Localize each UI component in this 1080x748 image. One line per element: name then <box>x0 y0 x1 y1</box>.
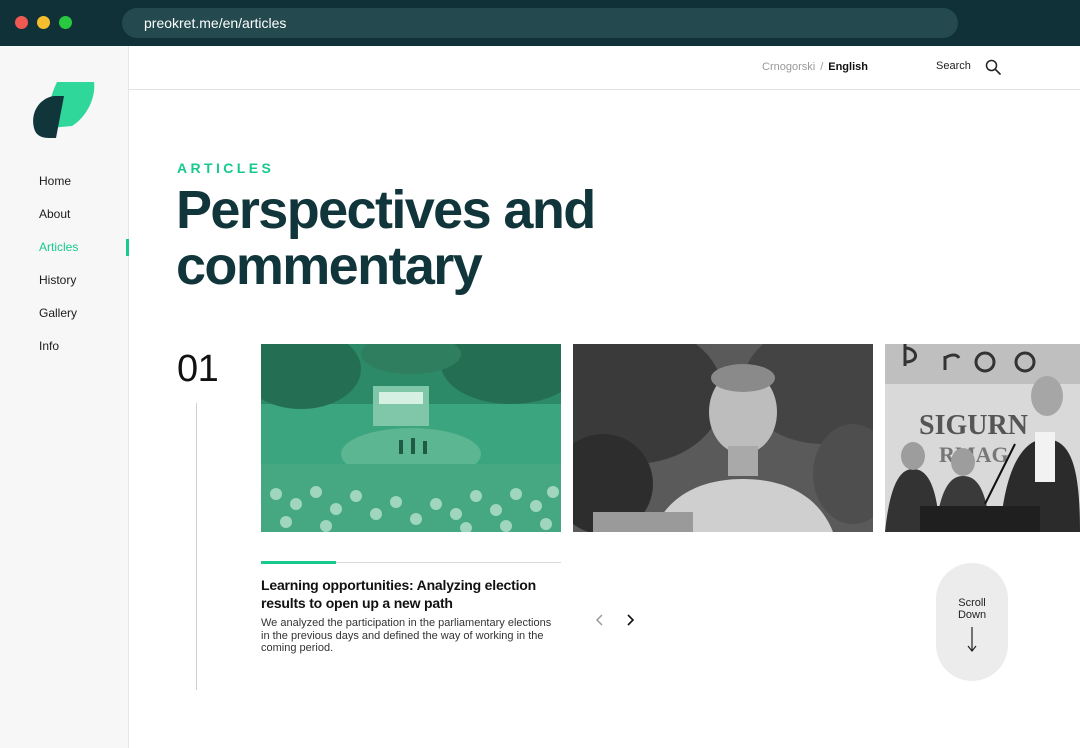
banner-text: SIGURN <box>919 410 1028 441</box>
chevron-right-icon[interactable] <box>620 610 640 630</box>
article-description: We analyzed the participation in the par… <box>261 617 552 654</box>
maximize-window-button[interactable] <box>59 16 72 29</box>
sidebar-item-history[interactable]: History <box>0 271 129 304</box>
address-bar[interactable]: preokret.me/en/articles <box>122 8 958 38</box>
carousel-progress-fill <box>261 561 336 564</box>
logo[interactable] <box>32 76 96 140</box>
sidebar-nav: Home About Articles History Gallery Info <box>0 172 129 370</box>
section-eyebrow: ARTICLES <box>177 160 275 176</box>
sidebar: Home About Articles History Gallery Info <box>0 46 129 748</box>
lang-montenegrin-link[interactable]: Crnogorski <box>762 61 815 73</box>
arrow-down-icon <box>967 627 977 652</box>
page-title-line-2: commentary <box>176 236 483 296</box>
close-window-button[interactable] <box>15 16 28 29</box>
page-title: Perspectives and commentary <box>176 182 696 294</box>
counter-divider <box>196 403 197 690</box>
chevron-left-icon[interactable] <box>590 610 610 630</box>
language-switcher: Crnogorski / English <box>762 61 868 73</box>
browser-chrome: preokret.me/en/articles <box>0 0 1080 46</box>
speaker-photo: SIGURN RMAG <box>885 344 1080 532</box>
sidebar-item-gallery[interactable]: Gallery <box>0 304 129 337</box>
sidebar-item-about[interactable]: About <box>0 205 129 238</box>
rally-photo <box>261 344 561 532</box>
slide-counter: 01 <box>177 348 219 390</box>
article-card-3[interactable]: SIGURN RMAG <box>885 344 1080 532</box>
search-icon[interactable] <box>985 59 1001 75</box>
sidebar-item-articles[interactable]: Articles <box>0 238 129 271</box>
search-button[interactable]: Search <box>936 60 971 72</box>
sidebar-item-home[interactable]: Home <box>0 172 129 205</box>
article-card-1[interactable] <box>261 344 561 532</box>
scroll-down-line-1: Scroll <box>958 597 986 609</box>
sidebar-item-info[interactable]: Info <box>0 337 129 370</box>
portrait-photo <box>573 344 873 532</box>
article-title[interactable]: Learning opportunities: Analyzing electi… <box>261 576 561 612</box>
lang-english-link[interactable]: English <box>828 61 868 73</box>
minimize-window-button[interactable] <box>37 16 50 29</box>
scroll-down-line-2: Down <box>957 609 987 621</box>
scroll-down-label: Scroll Down <box>936 597 1008 621</box>
scroll-down-button[interactable]: Scroll Down <box>936 563 1008 681</box>
page-title-line-1: Perspectives and <box>176 180 596 240</box>
top-bar: Crnogorski / English Search <box>129 46 1080 90</box>
page: Home About Articles History Gallery Info… <box>0 46 1080 748</box>
lang-separator: / <box>820 61 824 73</box>
article-card-2[interactable] <box>573 344 873 532</box>
